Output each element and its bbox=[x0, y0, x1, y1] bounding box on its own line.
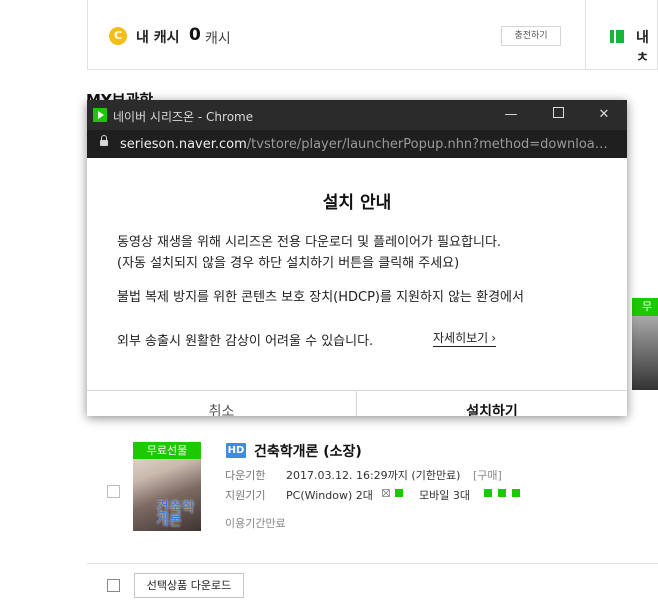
gift-badge: 무료선물 bbox=[133, 442, 201, 459]
info-line-2: (자동 설치되지 않을 경우 하단 설치하기 버튼을 클릭해 주세요) bbox=[117, 256, 460, 271]
chevron-right-icon: › bbox=[491, 331, 497, 345]
close-button[interactable]: ✕ bbox=[590, 106, 618, 124]
serieson-app-icon bbox=[93, 108, 107, 122]
details-link[interactable]: 자세히보기 › bbox=[433, 330, 497, 347]
info-line-3: 불법 복제 방지를 위한 콘텐츠 보호 장치(HDCP)를 지원하지 않는 환경… bbox=[117, 290, 524, 305]
charge-button[interactable]: 충전하기 bbox=[501, 26, 561, 46]
coin-icon: C bbox=[109, 27, 127, 45]
maximize-button[interactable] bbox=[544, 106, 572, 124]
lock-icon bbox=[100, 135, 108, 146]
cash-unit: 캐시 bbox=[205, 31, 231, 47]
dialog-title: 설치 안내 bbox=[322, 193, 392, 213]
dialog-button-row: 취소 설치하기 bbox=[87, 390, 627, 416]
download-deadline-label: 다운기한 bbox=[225, 469, 266, 482]
promo-badge: 무료 bbox=[632, 298, 658, 316]
item-checkbox[interactable] bbox=[107, 485, 120, 498]
hd-badge: HD bbox=[226, 443, 246, 458]
cash-label: 내 캐시 bbox=[136, 30, 180, 46]
window-title: 네이버 시리즈온 - Chrome bbox=[113, 110, 254, 124]
purchase-tag: [구매] bbox=[473, 469, 502, 482]
divider bbox=[87, 563, 658, 564]
download-deadline-value: 2017.03.12. 16:29까지 (기한만료) bbox=[286, 469, 461, 482]
window-titlebar[interactable]: 네이버 시리즈온 - Chrome — ✕ bbox=[87, 100, 627, 130]
minimize-button[interactable]: — bbox=[497, 106, 525, 124]
url-text: serieson.naver.com/tvstore/player/launch… bbox=[120, 137, 612, 152]
device-slot-icon bbox=[512, 489, 520, 497]
maximize-icon bbox=[552, 107, 564, 118]
movie-title-link[interactable]: 건축학개론 (소장) bbox=[254, 441, 362, 461]
url-domain: serieson.naver.com bbox=[120, 137, 247, 152]
device-slot-icon bbox=[395, 489, 403, 497]
info-line-4: 외부 송출시 원활한 감상이 어려울 수 있습니다. bbox=[117, 334, 374, 349]
status-text: 이용기간만료 bbox=[225, 517, 286, 530]
install-popup-window: 네이버 시리즈온 - Chrome — ✕ serieson.naver.com… bbox=[87, 100, 627, 416]
details-link-label: 자세히보기 bbox=[433, 331, 489, 345]
device-slot-icon bbox=[484, 489, 492, 497]
download-selected-button[interactable]: 선택상품 다운로드 bbox=[134, 573, 244, 598]
cancel-button[interactable]: 취소 bbox=[87, 391, 356, 416]
pc-device-count: PC(Window) 2대 bbox=[286, 489, 373, 502]
address-bar[interactable]: serieson.naver.com/tvstore/player/launch… bbox=[87, 130, 627, 158]
url-path: /tvstore/player/launcherPopup.nhn?method… bbox=[246, 137, 612, 152]
movie-thumbnail[interactable]: 무료선물 건축학 개론 bbox=[133, 442, 201, 531]
poster-title-text: 건축학 개론 bbox=[156, 500, 195, 529]
mobile-device-count: 모바일 3대 bbox=[419, 489, 470, 502]
install-button[interactable]: 설치하기 bbox=[357, 391, 627, 416]
info-line-1: 동영상 재생을 위해 시리즈온 전용 다운로더 및 플레이어가 필요합니다. bbox=[117, 235, 502, 250]
device-slot-icon bbox=[498, 489, 506, 497]
select-all-checkbox[interactable] bbox=[107, 579, 120, 592]
devices-label: 지원기기 bbox=[225, 489, 266, 502]
divider bbox=[585, 0, 586, 70]
cash-value: 0 bbox=[189, 25, 201, 45]
device-slot-used-icon bbox=[382, 489, 390, 497]
cash-summary-bar: C 내 캐시 0 캐시 충전하기 내 ㅊ bbox=[87, 0, 658, 70]
ticket-icon bbox=[610, 30, 624, 43]
promo-thumbnail[interactable]: 무료 bbox=[632, 298, 658, 390]
ticket-label: 내 ㅊ bbox=[636, 30, 649, 66]
